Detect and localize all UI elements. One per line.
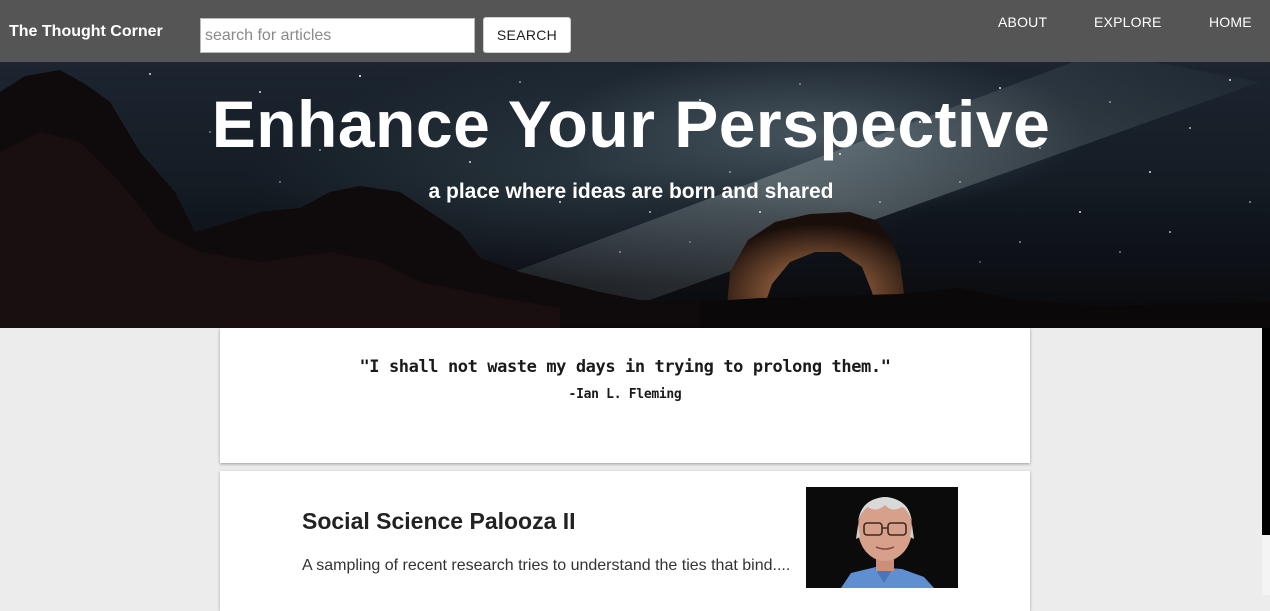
hero-banner: Enhance Your Perspective a place where i… <box>0 62 1270 328</box>
brand-logo-text[interactable]: The Thought Corner <box>9 22 163 42</box>
scrollbar-gutter <box>1262 535 1270 595</box>
article-excerpt: A sampling of recent research tries to u… <box>302 557 791 574</box>
hero-title: Enhance Your Perspective <box>211 87 1051 161</box>
scrollbar-track[interactable] <box>1262 328 1270 535</box>
nav-link-home[interactable]: HOME <box>1209 14 1252 30</box>
nav-link-explore[interactable]: EXPLORE <box>1094 14 1162 30</box>
top-navbar: The Thought Corner SEARCH ABOUT EXPLORE … <box>0 0 1270 62</box>
quote-author: -Ian L. Fleming <box>568 387 682 402</box>
search-input[interactable] <box>200 18 475 53</box>
search-button[interactable]: SEARCH <box>483 17 571 53</box>
author-portrait-icon <box>806 487 958 588</box>
quote-card: "I shall not waste my days in trying to … <box>220 328 1030 463</box>
nav-link-about[interactable]: ABOUT <box>998 14 1047 30</box>
article-thumbnail[interactable] <box>806 487 958 588</box>
quote-text: "I shall not waste my days in trying to … <box>359 357 891 377</box>
article-title[interactable]: Social Science Palooza II <box>302 508 576 535</box>
article-card[interactable]: Social Science Palooza II A sampling of … <box>220 471 1030 611</box>
hero-subtitle: a place where ideas are born and shared <box>428 180 834 203</box>
